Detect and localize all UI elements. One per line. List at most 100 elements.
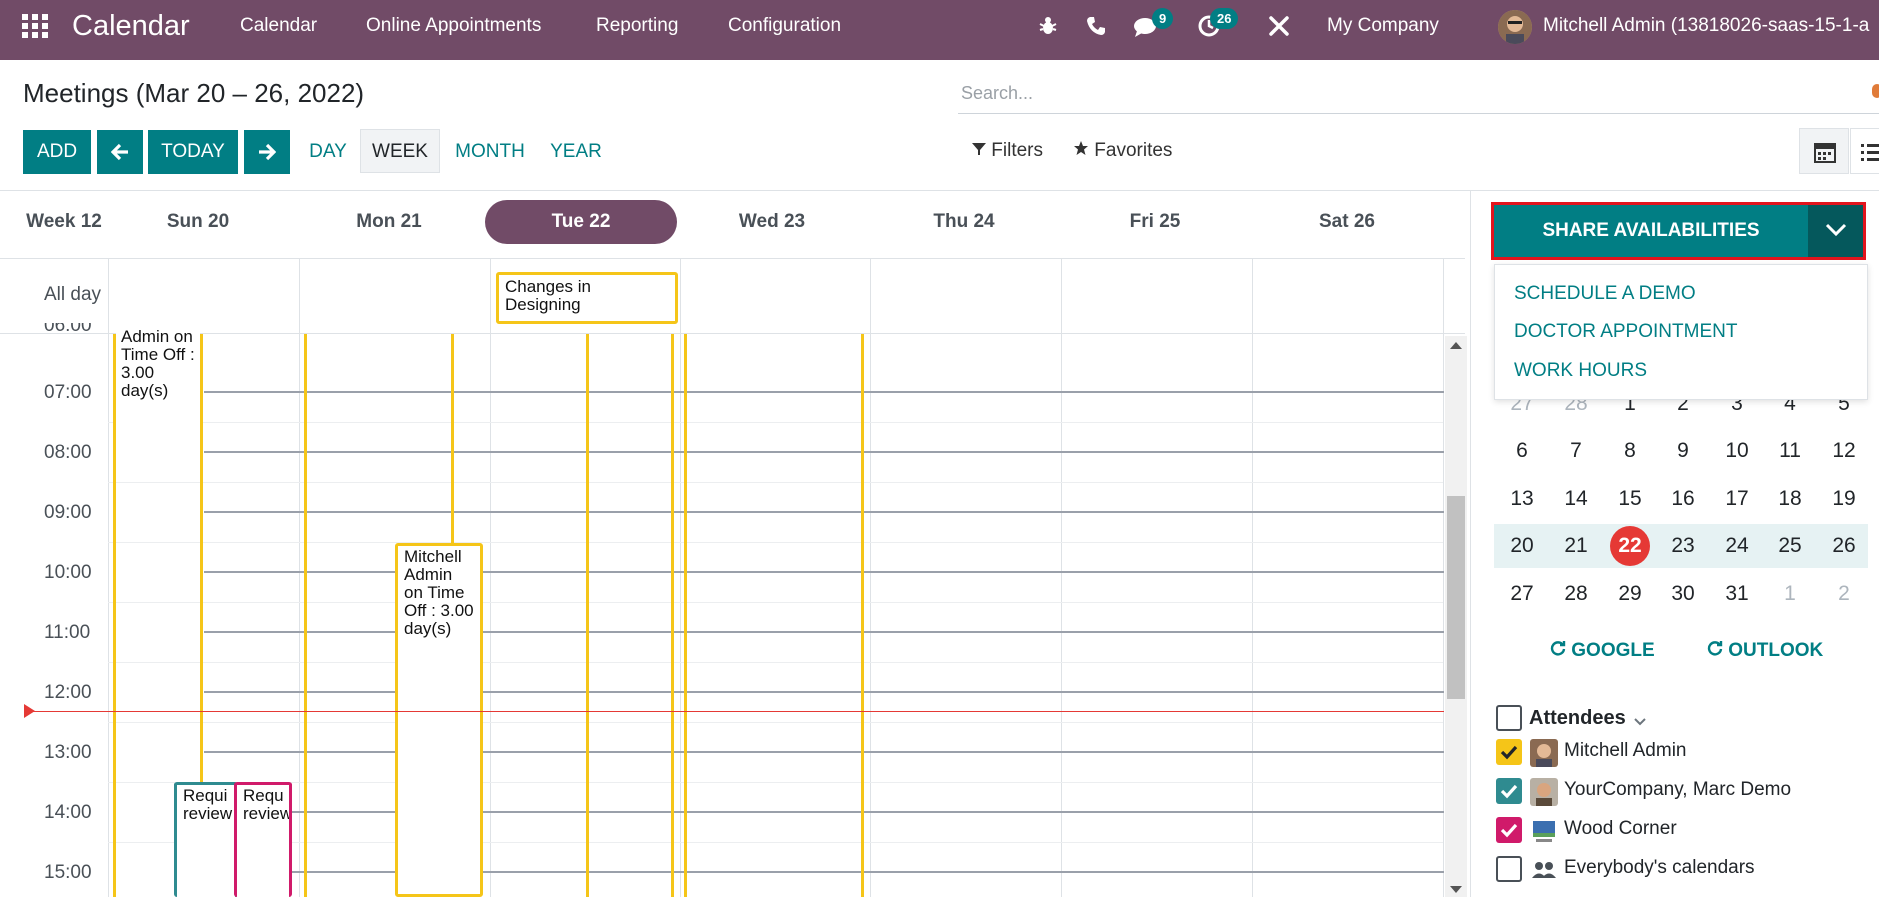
menu-configuration[interactable]: Configuration [728,0,841,52]
time-label: 14:00 [44,802,92,823]
mini-calendar-day[interactable]: 31 [1717,574,1757,614]
mini-calendar-day[interactable]: 14 [1556,479,1596,519]
menu-calendar[interactable]: Calendar [240,0,317,52]
tools-icon[interactable] [1268,15,1290,37]
mini-calendar-day[interactable]: 8 [1610,431,1650,471]
mini-calendar-day[interactable]: 22 [1610,526,1650,566]
scale-month[interactable]: MONTH [448,130,532,174]
chevron-down-icon[interactable] [1633,714,1647,732]
page-title: Meetings (Mar 20 – 26, 2022) [23,78,365,108]
mini-calendar-day[interactable]: 28 [1556,574,1596,614]
mini-calendar-day[interactable]: 20 [1502,526,1542,566]
mini-calendar-day[interactable]: 10 [1717,431,1757,471]
mini-calendar-day[interactable]: 1 [1770,574,1810,614]
hour-line [204,511,1444,513]
calendar-view-button[interactable] [1799,128,1849,174]
scale-week[interactable]: WEEK [360,129,440,173]
scroll-down-icon[interactable] [1450,886,1462,893]
day-header-tue[interactable]: Tue 22 [485,200,677,244]
attendees-title[interactable]: Attendees [1529,707,1626,730]
mini-calendar-day[interactable]: 15 [1610,479,1650,519]
mini-calendar-day[interactable]: 9 [1663,431,1703,471]
menu-item-doctor-appointment[interactable]: DOCTOR APPOINTMENT [1514,321,1737,343]
attendee-name[interactable]: Mitchell Admin [1564,740,1687,762]
mini-calendar-day[interactable]: 26 [1824,526,1864,566]
mini-calendar-day[interactable]: 11 [1770,431,1810,471]
attendee-name[interactable]: YourCompany, Marc Demo [1564,779,1791,801]
mini-calendar-day[interactable]: 19 [1824,479,1864,519]
mini-calendar-day[interactable]: 24 [1717,526,1757,566]
mini-calendar-day[interactable]: 21 [1556,526,1596,566]
phone-icon[interactable] [1085,15,1107,37]
mini-calendar-day[interactable]: 27 [1502,574,1542,614]
arrow-left-icon [110,141,129,162]
bug-icon[interactable] [1037,15,1059,37]
mini-calendar-day[interactable]: 6 [1502,431,1542,471]
menu-item-schedule-demo[interactable]: SCHEDULE A DEMO [1514,283,1696,305]
mini-calendar-day[interactable]: 16 [1663,479,1703,519]
company-switcher[interactable]: My Company [1327,0,1439,52]
event-review[interactable]: Requi review [174,782,238,897]
add-button[interactable]: ADD [23,130,91,174]
attendee-checkbox[interactable] [1496,778,1522,804]
allday-event[interactable]: Changes in Designing [496,272,678,324]
apps-menu-icon[interactable] [22,14,48,38]
menu-item-work-hours[interactable]: WORK HOURS [1514,360,1647,382]
event-review[interactable]: Requ review [234,782,292,897]
column-divider [680,258,681,897]
mini-calendar-day[interactable]: 17 [1717,479,1757,519]
mini-calendar-day[interactable]: 18 [1770,479,1810,519]
scale-year[interactable]: YEAR [544,130,608,174]
share-dropdown-toggle[interactable] [1808,205,1863,257]
mini-calendar-day[interactable]: 23 [1663,526,1703,566]
mini-calendar-day[interactable]: 25 [1770,526,1810,566]
attendees-select-all-checkbox[interactable] [1496,705,1522,731]
google-sync-button[interactable]: GOOGLE [1550,640,1655,662]
today-button[interactable]: TODAY [148,130,238,174]
outlook-sync-label: OUTLOOK [1728,640,1824,661]
menu-online-appointments[interactable]: Online Appointments [366,0,541,52]
attendee-checkbox[interactable] [1496,856,1522,882]
time-label: 09:00 [44,502,92,523]
attendee-checkbox[interactable] [1496,739,1522,765]
mini-calendar-day[interactable]: 2 [1824,574,1864,614]
share-availabilities-button[interactable]: SHARE AVAILABILITIES [1494,205,1808,257]
search-options-icon[interactable] [1872,84,1879,98]
user-avatar[interactable] [1498,10,1532,44]
search-input[interactable]: Search... [958,76,1879,114]
list-view-button[interactable] [1850,128,1879,174]
event-time-off[interactable]: Mitchell Admin on Time Off : 3.00 day(s) [395,543,483,897]
sync-icon [1550,640,1566,661]
mini-calendar-day[interactable]: 13 [1502,479,1542,519]
attendee-name[interactable]: Everybody's calendars [1564,857,1755,879]
day-header-fri[interactable]: Fri 25 [1077,200,1233,244]
outlook-sync-button[interactable]: OUTLOOK [1707,640,1823,662]
day-header-thu[interactable]: Thu 24 [886,200,1042,244]
day-header-mon[interactable]: Mon 21 [311,200,467,244]
time-label: 15:00 [44,862,92,883]
attendee-name[interactable]: Wood Corner [1564,818,1677,840]
mini-calendar-day[interactable]: 30 [1663,574,1703,614]
day-header-sat[interactable]: Sat 26 [1269,200,1425,244]
filters-button[interactable]: Filters [972,140,1043,162]
event-time-off[interactable]: Admin on Time Off : 3.00 day(s) [116,330,200,440]
hour-line [204,871,1444,873]
arrow-right-icon [258,141,277,162]
event-edge [113,334,116,897]
mini-calendar-day[interactable]: 7 [1556,431,1596,471]
mini-calendar-day[interactable]: 29 [1610,574,1650,614]
scroll-up-icon[interactable] [1450,342,1462,349]
scale-day[interactable]: DAY [302,130,354,174]
app-title[interactable]: Calendar [72,0,190,52]
day-header-sun[interactable]: Sun 20 [120,200,276,244]
next-button[interactable] [244,130,290,174]
previous-button[interactable] [97,130,143,174]
mini-calendar-day[interactable]: 12 [1824,431,1864,471]
half-hour-line [108,722,1443,723]
day-header-wed[interactable]: Wed 23 [694,200,850,244]
menu-reporting[interactable]: Reporting [596,0,678,52]
user-menu[interactable]: Mitchell Admin (13818026-saas-15-1-a [1543,0,1869,52]
attendee-checkbox[interactable] [1496,817,1522,843]
favorites-button[interactable]: Favorites [1073,140,1172,162]
scrollbar-thumb[interactable] [1447,496,1465,699]
